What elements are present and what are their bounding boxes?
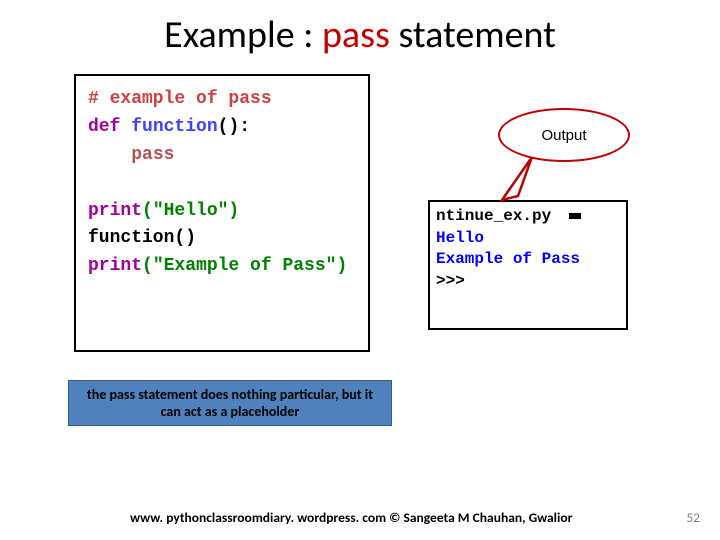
code-def-keyword: def — [88, 117, 120, 137]
footer-url: www. pythonclassroomdiary. wordpress. co… — [130, 509, 572, 526]
output-callout-label: Output — [541, 127, 586, 144]
code-pass-keyword: pass — [131, 145, 174, 165]
code-box: # example of pass def function(): pass p… — [74, 74, 370, 352]
output-box: ntinue_ex.py Hello Example of Pass >>> — [428, 200, 628, 330]
callout-tail-icon — [492, 152, 552, 212]
code-print2: print — [88, 256, 142, 276]
title-prefix: Example : — [164, 12, 322, 58]
code-function-name: function — [131, 117, 217, 137]
output-prompt: >>> — [436, 271, 620, 293]
code-comment: # example of pass — [88, 89, 272, 109]
title-highlight: pass — [322, 12, 390, 58]
note-box: the pass statement does nothing particul… — [68, 380, 392, 426]
output-callout: Output — [498, 108, 630, 162]
code-call-parens: () — [174, 228, 196, 248]
code-print1-arg: ("Hello") — [142, 201, 239, 221]
output-line2: Hello — [436, 228, 620, 250]
note-text: the pass statement does nothing particul… — [77, 386, 383, 421]
code-def-parens: (): — [218, 117, 250, 137]
page-number: 52 — [686, 509, 700, 526]
content-area: # example of pass def function(): pass p… — [0, 66, 720, 446]
title-suffix: statement — [390, 12, 556, 58]
cursor-icon — [569, 213, 581, 219]
slide-title: Example : pass statement — [0, 0, 720, 66]
code-print1: print — [88, 201, 142, 221]
code-call-fn: function — [88, 228, 174, 248]
code-print2-arg: ("Example of Pass") — [142, 256, 347, 276]
output-line3: Example of Pass — [436, 249, 620, 271]
